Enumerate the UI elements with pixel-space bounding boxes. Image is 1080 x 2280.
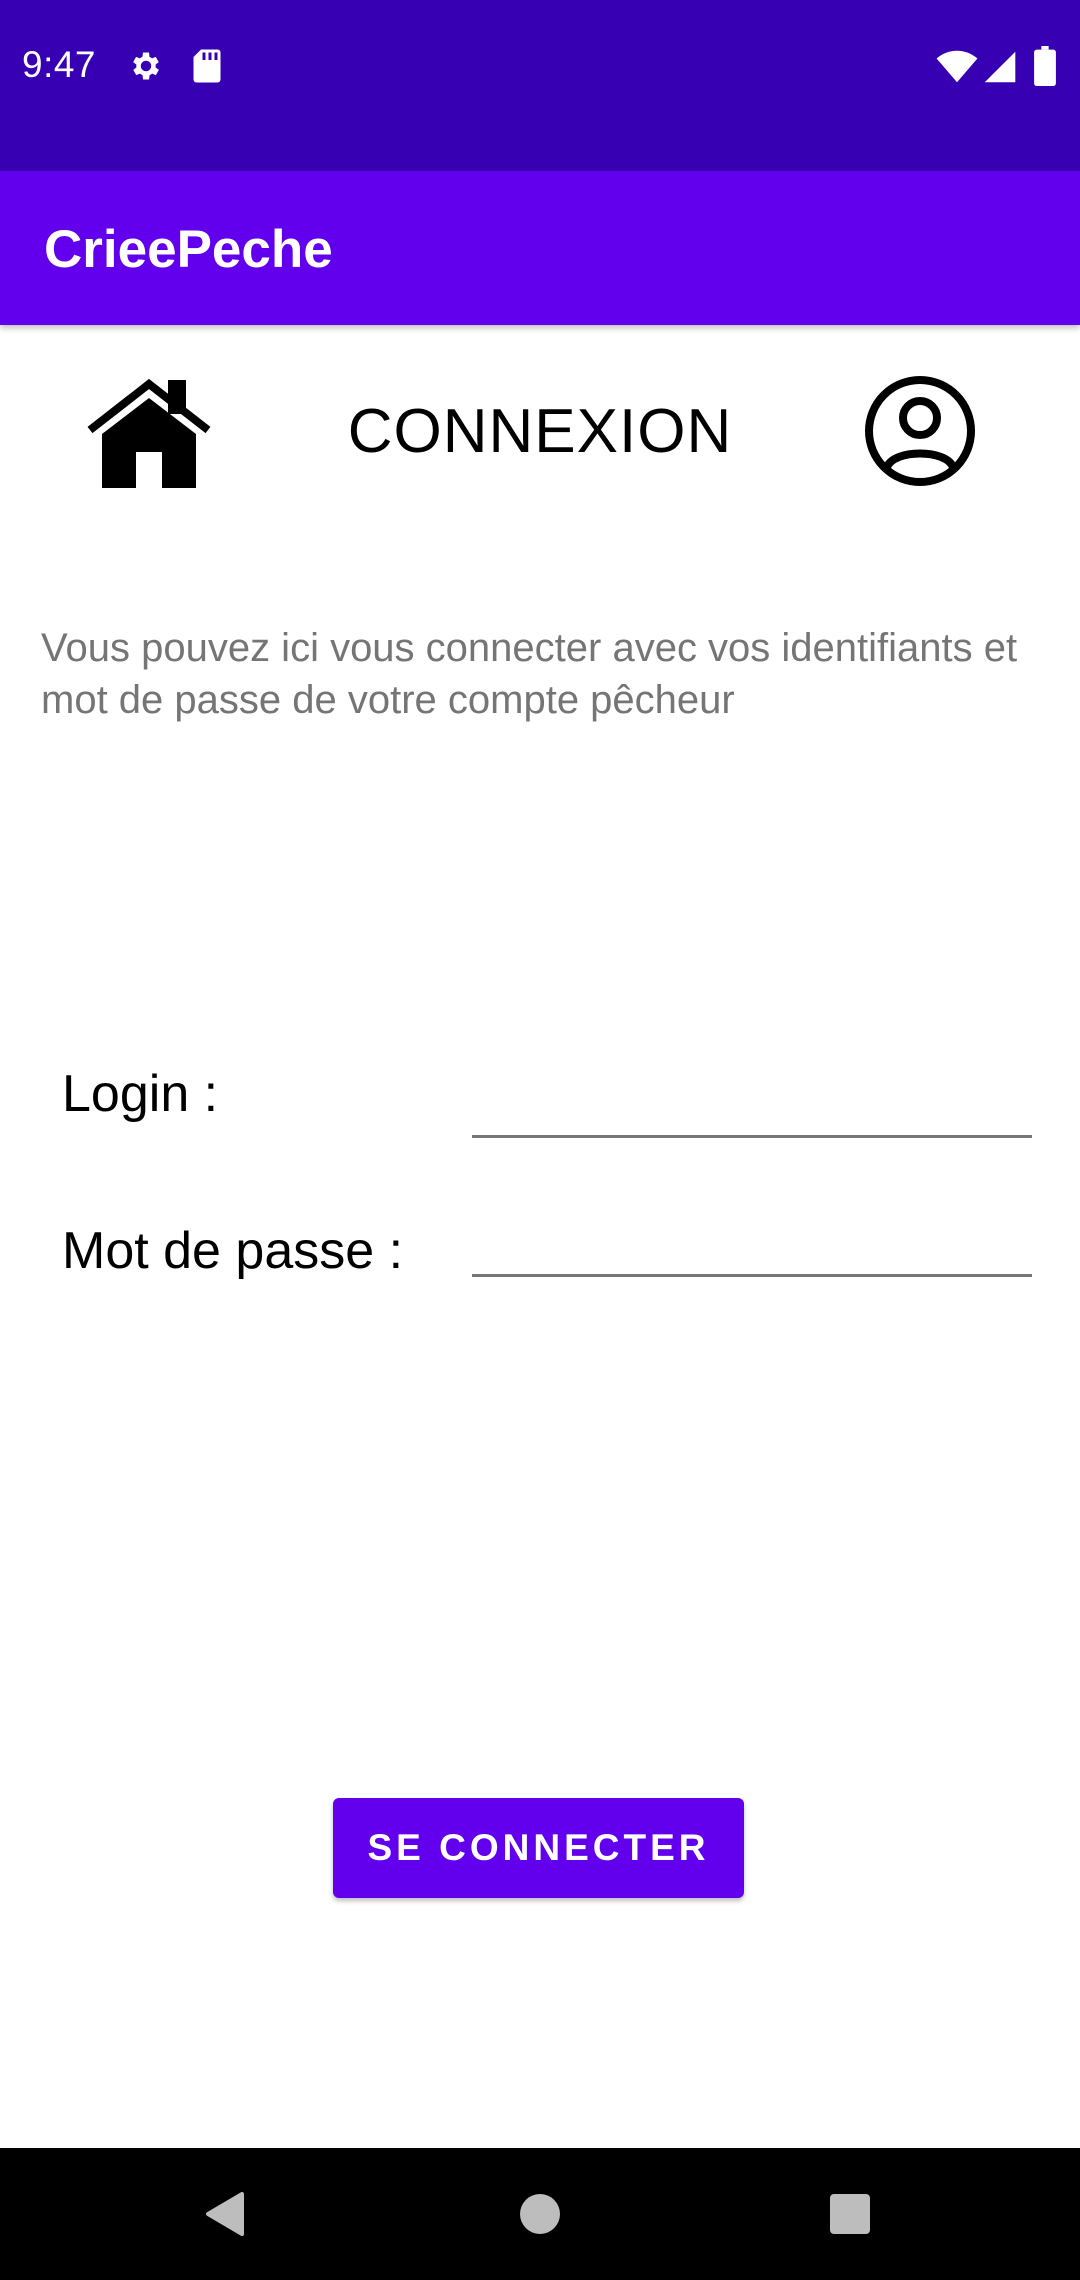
description-text: Vous pouvez ici vous connecter avec vos … xyxy=(41,626,1018,722)
status-time: 9:47 xyxy=(22,44,97,85)
account-circle-icon[interactable] xyxy=(864,375,976,487)
battery-icon xyxy=(1034,46,1056,86)
screen: 9:47 CrieePeche CONNEXION Vous pouvez ic… xyxy=(0,0,1080,2280)
recents-icon[interactable] xyxy=(802,2166,898,2262)
wifi-icon xyxy=(936,50,978,83)
password-label: Mot de passe : xyxy=(62,1222,404,1280)
connect-button[interactable]: SE CONNECTER xyxy=(333,1798,744,1898)
navigation-bar xyxy=(0,2148,1080,2280)
signal-icon xyxy=(984,51,1016,83)
app-title: CrieePeche xyxy=(44,220,333,279)
home-icon[interactable] xyxy=(86,376,212,490)
status-bar: 9:47 xyxy=(0,0,1080,171)
home-circle-icon[interactable] xyxy=(492,2166,588,2262)
sd-card-icon xyxy=(193,49,221,83)
login-label: Login : xyxy=(62,1065,219,1123)
settings-icon xyxy=(133,52,159,80)
password-input[interactable] xyxy=(472,1205,1032,1277)
app-bar: CrieePeche xyxy=(0,171,1080,325)
back-icon[interactable] xyxy=(178,2166,274,2262)
page-title: CONNEXION xyxy=(347,397,733,466)
login-input[interactable] xyxy=(472,1066,1032,1138)
